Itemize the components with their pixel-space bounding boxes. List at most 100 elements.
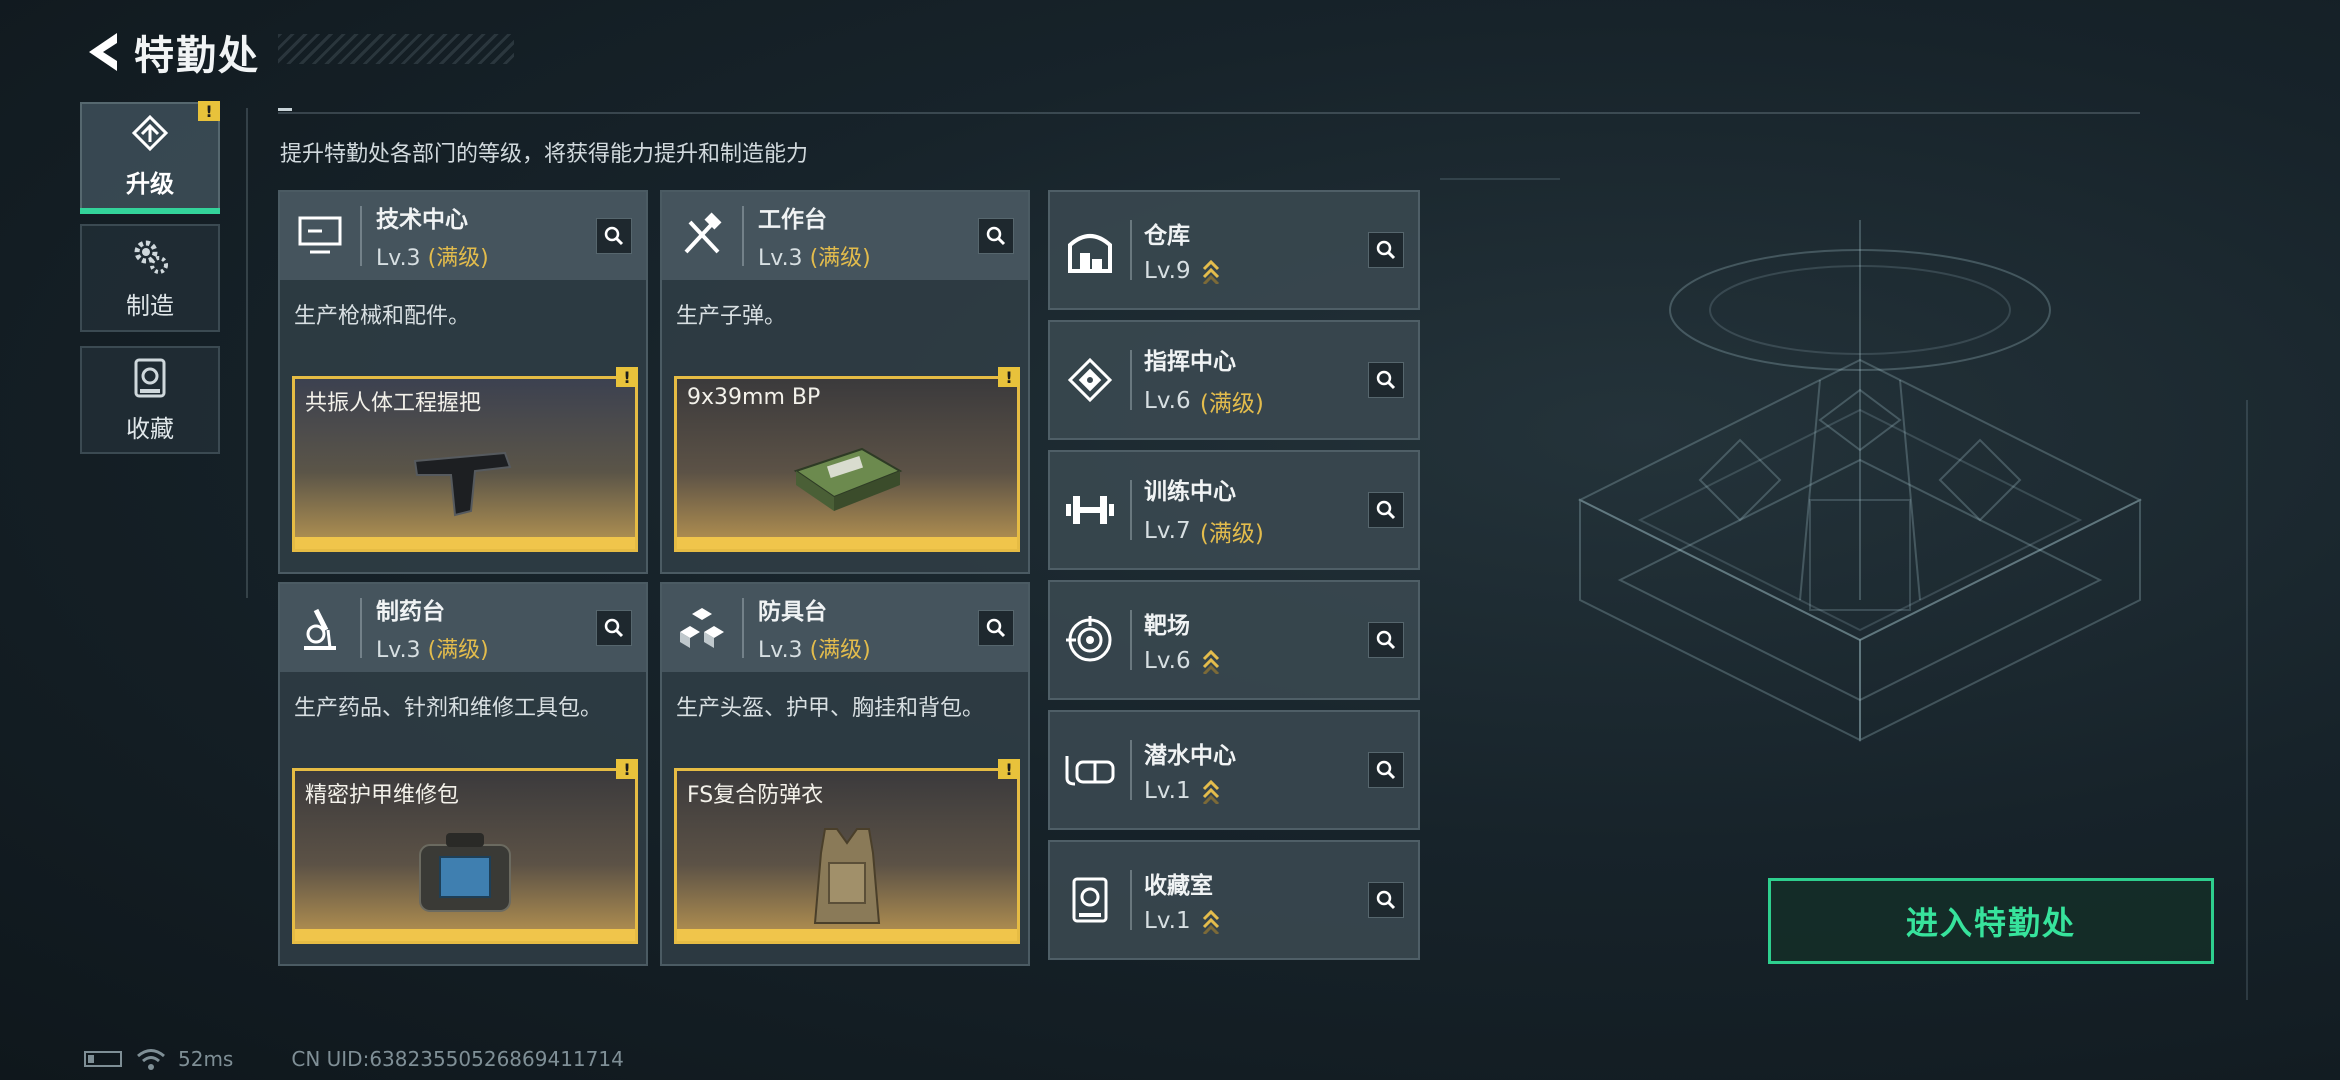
repair-kit-item-image <box>419 833 511 912</box>
building-warehouse[interactable]: 仓库 Lv.9 <box>1048 190 1420 310</box>
enter-special-ops-button[interactable]: 进入特勤处 <box>1768 878 2214 964</box>
dept-level: Lv.3 (满级) <box>376 246 489 271</box>
dept-card-armor-bench[interactable]: 防具台 Lv.3 (满级) 生产头盔、护甲、胸挂和背包。 FS复合防弹衣 ! <box>660 582 1030 966</box>
building-name: 仓库 <box>1144 223 1190 249</box>
dept-header: 防具台 Lv.3 (满级) <box>662 584 1028 672</box>
status-bar: 52ms CN UID:6382355052686941171​4 <box>84 1044 624 1074</box>
inspect-button[interactable] <box>596 218 632 254</box>
search-icon <box>1376 240 1396 260</box>
base-wireframe-illustration <box>1577 220 2143 742</box>
header-separator <box>360 598 362 658</box>
craft-item-name: 精密护甲维修包 <box>305 783 460 808</box>
chip-icon <box>1050 322 1130 438</box>
enter-button-label: 进入特勤处 <box>1905 904 2076 942</box>
building-level: Lv.7 (满级) <box>1144 518 1264 547</box>
craft-slot[interactable]: FS复合防弹衣 ! <box>674 759 1020 944</box>
tab-alert-badge: ! <box>198 101 220 121</box>
inspect-button[interactable] <box>1368 622 1404 658</box>
search-icon <box>604 618 624 638</box>
user-uid: CN UID:6382355052686941171​4 <box>291 1047 624 1071</box>
header-separator <box>1130 350 1132 410</box>
collection-icon <box>134 358 166 397</box>
craft-slot[interactable]: 9x39mm BP ! <box>674 367 1020 552</box>
dept-header: 制药台 Lv.3 (满级) <box>280 584 646 672</box>
building-name: 靶场 <box>1144 613 1190 639</box>
building-name: 收藏室 <box>1144 873 1213 899</box>
header-separator <box>360 206 362 266</box>
dept-header: 技术中心 Lv.3 (满级) <box>280 192 646 280</box>
craft-item-name: 共振人体工程握把 <box>305 391 482 416</box>
sidebar-divider <box>246 108 248 598</box>
dept-card-pharmacy[interactable]: 制药台 Lv.3 (满级) 生产药品、针剂和维修工具包。 精密护甲维修包 ! <box>278 582 648 966</box>
right-top-rule <box>1440 178 1560 180</box>
target-icon <box>1050 582 1130 698</box>
building-diving-center[interactable]: 潜水中心 Lv.1 <box>1048 710 1420 830</box>
dept-name: 防具台 <box>758 599 827 625</box>
inspect-button[interactable] <box>1368 232 1404 268</box>
dept-description: 生产子弹。 <box>676 304 787 329</box>
inspect-button[interactable] <box>596 610 632 646</box>
building-shooting-range[interactable]: 靶场 Lv.6 <box>1048 580 1420 700</box>
inspect-button[interactable] <box>1368 752 1404 788</box>
building-name: 指挥中心 <box>1144 349 1236 375</box>
building-level: Lv.1 <box>1144 778 1236 804</box>
search-icon <box>1376 370 1396 390</box>
top-rule-mark <box>278 108 292 111</box>
wifi-icon <box>137 1049 165 1070</box>
back-arrow-icon <box>89 33 117 71</box>
craft-alert-badge: ! <box>998 759 1020 779</box>
computer-icon <box>280 192 360 280</box>
header-separator <box>1130 610 1132 670</box>
tab-collection-label: 收藏 <box>126 414 174 443</box>
foregrip-item-image <box>413 451 512 517</box>
dept-description: 生产头盔、护甲、胸挂和背包。 <box>676 696 985 721</box>
microscope-icon <box>280 584 360 672</box>
inspect-button[interactable] <box>1368 362 1404 398</box>
header-separator <box>1130 740 1132 800</box>
page-title: 特勤处 <box>134 33 260 79</box>
craft-slot[interactable]: 共振人体工程握把 ! <box>292 367 638 552</box>
dept-level: Lv.3 (满级) <box>758 246 871 271</box>
dept-name: 工作台 <box>758 207 827 233</box>
upgrade-icon <box>131 114 169 151</box>
inspect-button[interactable] <box>978 610 1014 646</box>
dept-card-tech-center[interactable]: 技术中心 Lv.3 (满级) 生产枪械和配件。 共振人体工程握把 ! <box>278 190 648 574</box>
back-button[interactable] <box>80 27 126 77</box>
dept-level: Lv.3 (满级) <box>376 638 489 663</box>
tools-icon <box>662 192 742 280</box>
diving-mask-icon <box>1050 712 1130 828</box>
collection-icon <box>1050 842 1130 958</box>
tab-craft[interactable]: 制造 <box>80 224 220 332</box>
building-command-center[interactable]: 指挥中心 Lv.6 (满级) <box>1048 320 1420 440</box>
upgrade-available-icon <box>1202 779 1219 804</box>
craft-alert-badge: ! <box>998 367 1020 387</box>
search-icon <box>986 618 1006 638</box>
upgrade-available-icon <box>1202 259 1219 284</box>
craft-alert-badge: ! <box>616 759 638 779</box>
header-separator <box>1130 480 1132 540</box>
building-level: Lv.1 <box>1144 908 1221 934</box>
page-header: 特勤处 <box>80 22 260 82</box>
right-vertical-rule <box>2246 400 2248 1000</box>
search-icon <box>1376 760 1396 780</box>
tab-collection[interactable]: 收藏 <box>80 346 220 454</box>
craft-slot[interactable]: 精密护甲维修包 ! <box>292 759 638 944</box>
building-training-center[interactable]: 训练中心 Lv.7 (满级) <box>1048 450 1420 570</box>
search-icon <box>604 226 624 246</box>
inspect-button[interactable] <box>1368 492 1404 528</box>
gears-icon <box>134 240 168 274</box>
inspect-button[interactable] <box>1368 882 1404 918</box>
header-separator <box>742 598 744 658</box>
dept-description: 生产药品、针剂和维修工具包。 <box>294 696 603 721</box>
dumbbell-icon <box>1050 452 1130 568</box>
header-separator <box>742 206 744 266</box>
title-decoration <box>278 34 514 64</box>
craft-item-name: 9x39mm BP <box>687 385 821 410</box>
dept-name: 制药台 <box>376 599 445 625</box>
building-collection-room[interactable]: 收藏室 Lv.1 <box>1048 840 1420 960</box>
inspect-button[interactable] <box>978 218 1014 254</box>
tab-upgrade[interactable]: ! 升级 <box>80 101 220 214</box>
dept-level: Lv.3 (满级) <box>758 638 871 663</box>
dept-card-workbench[interactable]: 工作台 Lv.3 (满级) 生产子弹。 9x39mm BP ! <box>660 190 1030 574</box>
search-icon <box>1376 500 1396 520</box>
